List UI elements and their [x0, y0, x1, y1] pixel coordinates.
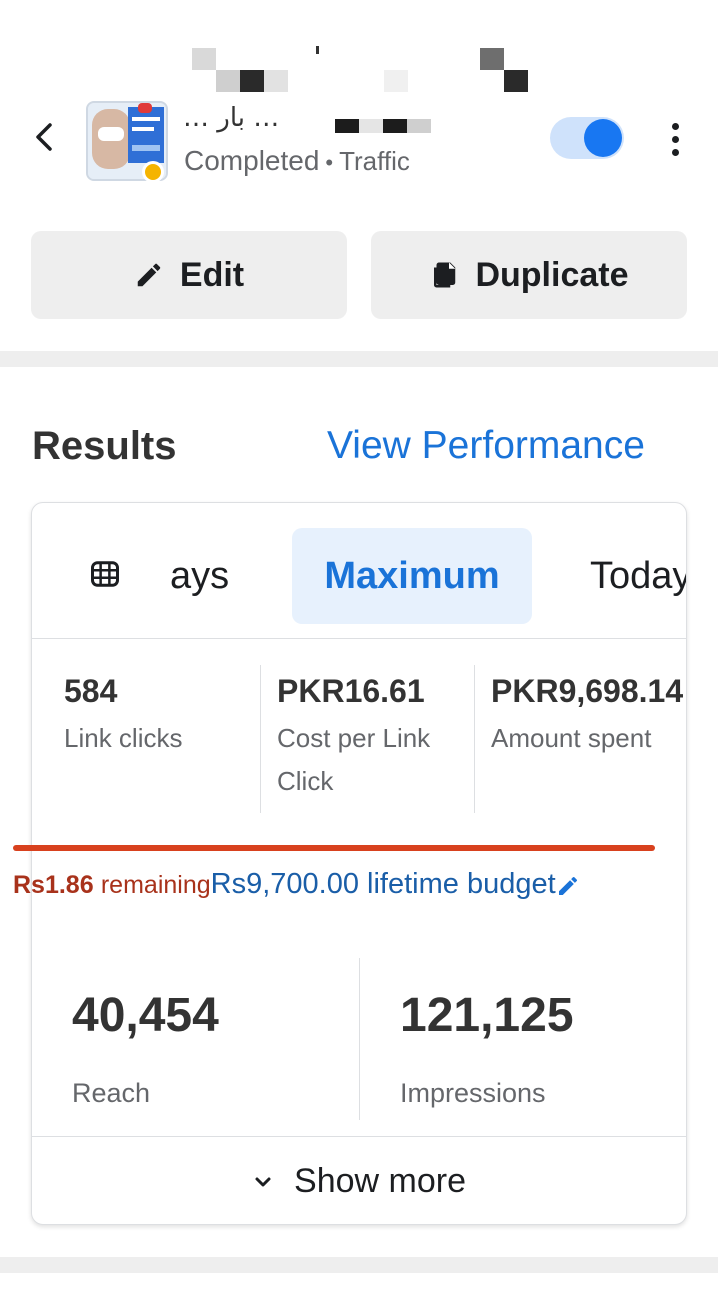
edit-budget-pencil-icon[interactable]	[556, 874, 580, 898]
tab-days[interactable]: ays	[170, 555, 229, 598]
back-button[interactable]	[28, 117, 60, 157]
metric-divider	[260, 665, 261, 813]
campaign-meta: Completed • Traffic	[184, 145, 410, 177]
metric-label: Link clicks	[64, 723, 183, 753]
calendar-grid-icon[interactable]	[90, 559, 120, 589]
duplicate-label: Duplicate	[475, 255, 629, 294]
edit-label: Edit	[179, 255, 245, 294]
metric-value: 121,125	[400, 989, 574, 1042]
campaign-objective: Traffic	[339, 146, 410, 176]
metric-value: 584	[64, 673, 118, 709]
metric-impressions: 121,125 Impressions	[400, 986, 574, 1109]
date-range-tabs: ays Maximum Today	[32, 503, 686, 639]
status-dot-icon	[142, 161, 164, 183]
more-vertical-icon	[671, 122, 679, 130]
tab-maximum[interactable]: Maximum	[292, 528, 532, 624]
remaining-label: remaining	[100, 871, 211, 899]
section-divider-bottom	[0, 1257, 718, 1273]
section-divider	[0, 351, 718, 367]
metric-value: PKR16.61	[277, 673, 425, 709]
metric-value: 40,454	[72, 989, 219, 1042]
metric-divider	[474, 665, 475, 813]
more-dot	[671, 148, 679, 156]
metric-divider	[359, 958, 360, 1120]
pencil-icon	[137, 263, 161, 287]
campaign-toggle[interactable]	[550, 117, 624, 159]
campaign-status: Completed	[184, 145, 320, 176]
results-title: Results	[32, 424, 177, 468]
separator-dot: •	[325, 150, 334, 175]
primary-metrics: 584 Link clicks PKR16.61 Cost per Link C…	[32, 640, 686, 840]
budget-progress-bar	[13, 845, 655, 851]
duplicate-icon	[434, 262, 456, 288]
back-arrow-icon	[36, 123, 52, 151]
tab-today[interactable]: Today	[590, 555, 686, 598]
metric-label: Cost per Link Click	[277, 723, 431, 796]
chevron-down-icon	[255, 1177, 271, 1186]
metric-label: Reach	[72, 1078, 151, 1108]
duplicate-button[interactable]: Duplicate	[371, 231, 687, 319]
view-performance-link[interactable]: View Performance	[327, 424, 645, 468]
more-dot	[671, 135, 679, 143]
edit-button[interactable]: Edit	[31, 231, 347, 319]
toggle-knob	[584, 119, 622, 157]
more-options-button[interactable]	[660, 117, 690, 161]
metric-label: Amount spent	[491, 723, 652, 753]
secondary-metrics: 40,454 Reach 121,125 Impressions	[32, 958, 686, 1136]
show-more-button[interactable]: Show more	[32, 1136, 686, 1224]
blurred-status-block	[0, 40, 718, 100]
show-more-label: Show more	[294, 1162, 466, 1200]
metric-label: Impressions	[400, 1078, 546, 1108]
campaign-name: … بار …	[183, 103, 523, 137]
campaign-header: … بار … Completed • Traffic	[0, 95, 718, 195]
results-card: ays Maximum Today 584 Link clicks PKR16.…	[31, 502, 687, 1225]
metric-cost-per-click: PKR16.61 Cost per Link Click	[277, 665, 477, 803]
action-buttons: Edit Duplicate	[31, 231, 687, 319]
metric-reach: 40,454 Reach	[72, 986, 219, 1109]
metric-link-clicks: 584 Link clicks	[64, 665, 254, 760]
budget-line: Rs1.86 remainingRs9,700.00 lifetime budg…	[13, 868, 580, 901]
remaining-amount: Rs1.86	[13, 871, 94, 899]
metric-value: PKR9,698.14	[491, 673, 684, 709]
lifetime-budget-link[interactable]: Rs9,700.00 lifetime budget	[211, 868, 556, 900]
metric-amount-spent: PKR9,698.14 Amount spent	[491, 665, 686, 760]
